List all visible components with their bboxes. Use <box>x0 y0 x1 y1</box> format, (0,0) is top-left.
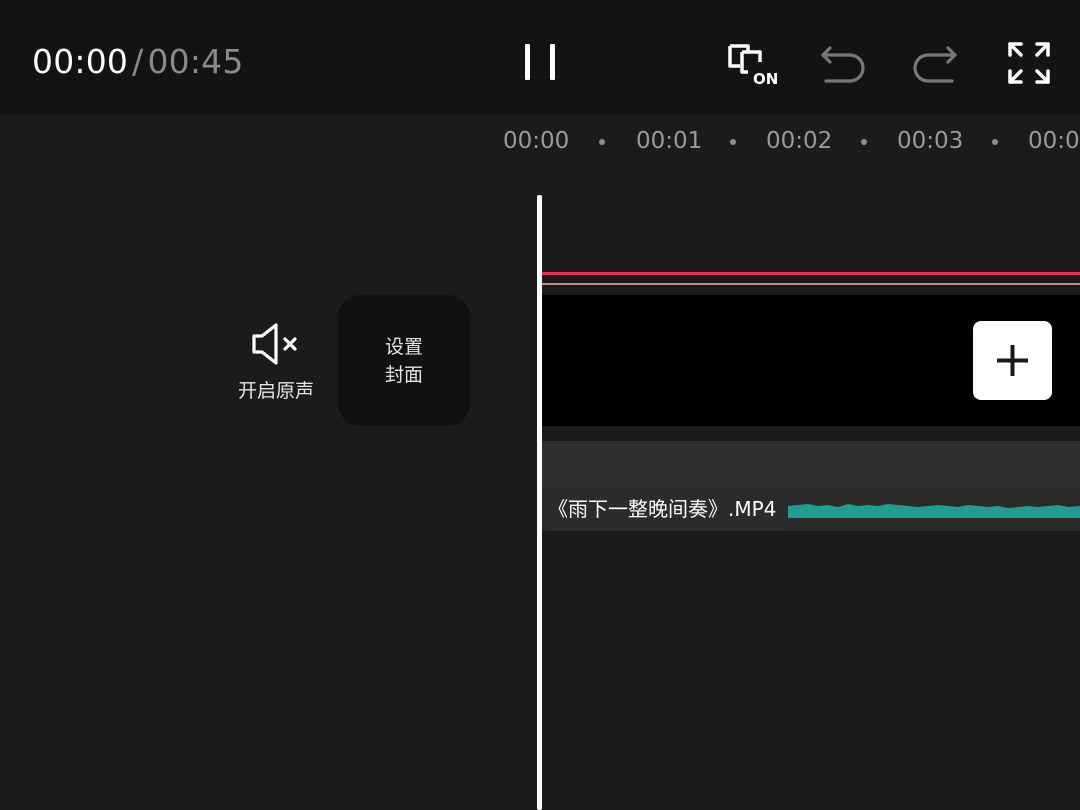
mute-label: 开启原声 <box>237 380 314 402</box>
ruler-mark: 00:01 <box>636 128 703 154</box>
time-display: 00:00/00:45 <box>32 42 244 82</box>
audio-track[interactable]: 《雨下一整晚间奏》.MP4 <box>540 441 1080 531</box>
ruler-dot <box>730 139 736 145</box>
audio-clip-name: 《雨下一整晚间奏》.MP4 <box>545 488 787 530</box>
set-cover-button[interactable]: 设置 封面 <box>338 295 470 426</box>
set-cover-label: 设置 封面 <box>384 336 423 386</box>
track-indicator-line <box>538 272 1080 275</box>
time-separator: / <box>132 42 144 81</box>
ruler-mark: 00:00 <box>503 128 570 154</box>
track-indicator-line-secondary <box>538 283 1080 285</box>
speaker-muted-icon <box>252 323 297 365</box>
fullscreen-icon <box>1008 42 1050 84</box>
ruler-dot <box>861 139 867 145</box>
plus-icon <box>997 345 1028 376</box>
ruler-mark: 00:04 <box>1028 128 1080 154</box>
ruler-dot <box>599 139 605 145</box>
current-time: 00:00 <box>32 42 129 81</box>
add-clip-button[interactable] <box>973 321 1052 400</box>
pause-button[interactable] <box>520 42 560 82</box>
playhead[interactable] <box>537 195 542 810</box>
pause-icon <box>525 44 555 80</box>
ruler-dot <box>992 139 998 145</box>
top-toolbar: 00:00/00:45 ON <box>0 0 1080 115</box>
ruler-mark: 00:03 <box>897 128 964 154</box>
audio-waveform <box>788 504 1080 518</box>
ratio-toggle-button[interactable]: ON <box>726 40 780 88</box>
enable-original-sound-button[interactable]: 开启原声 <box>226 318 326 408</box>
ratio-on-icon: ON <box>728 44 778 88</box>
total-time: 00:45 <box>147 42 244 81</box>
undo-button[interactable] <box>818 40 868 84</box>
ratio-badge: ON <box>753 70 778 88</box>
ruler-mark: 00:02 <box>766 128 833 154</box>
redo-icon <box>913 46 957 83</box>
redo-button[interactable] <box>910 40 960 84</box>
fullscreen-button[interactable] <box>1006 40 1052 86</box>
video-editor: 00:00/00:45 ON 00:00 00:01 00:02 00:03 0… <box>0 0 1080 810</box>
undo-icon <box>821 46 865 83</box>
